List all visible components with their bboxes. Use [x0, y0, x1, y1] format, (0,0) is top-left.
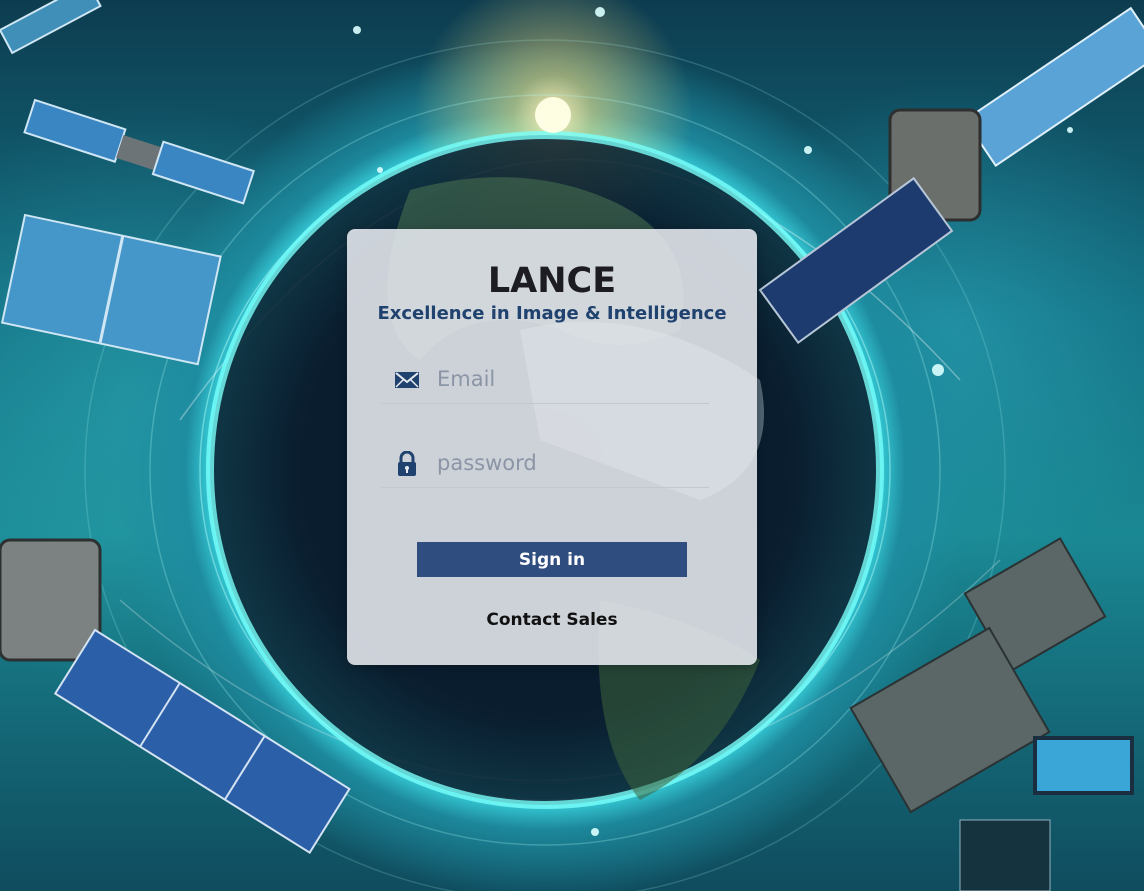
email-input[interactable]: [437, 363, 697, 395]
contact-sales-link[interactable]: Contact Sales: [347, 610, 757, 630]
brand-subtitle: Excellence in Image & Intelligence: [377, 303, 727, 324]
login-card: LANCE Excellence in Image & Intelligence…: [347, 229, 757, 665]
email-field-row: [381, 359, 709, 404]
brand-title: LANCE: [487, 261, 617, 301]
password-input[interactable]: [437, 447, 697, 479]
password-field-row: [381, 443, 709, 488]
envelope-icon: [394, 367, 420, 393]
lock-icon: [394, 450, 420, 477]
sign-in-button[interactable]: Sign in: [417, 542, 687, 577]
